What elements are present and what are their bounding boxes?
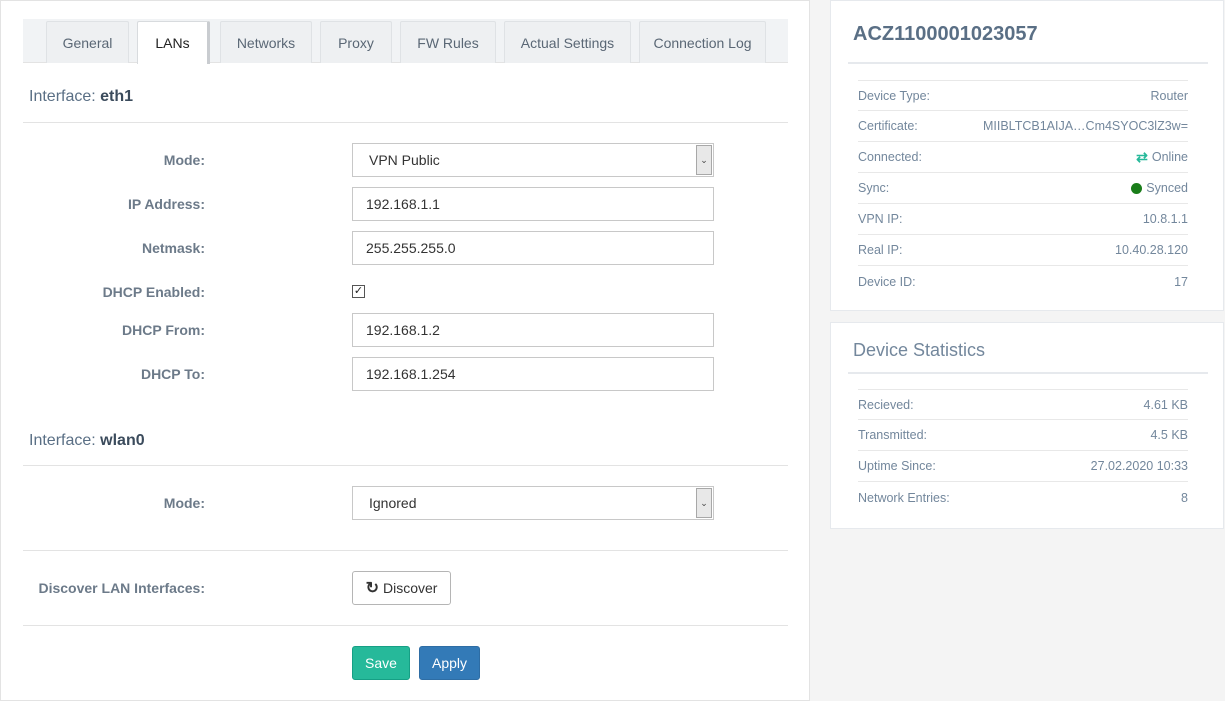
device-row-connected: Connected: ⇄ Online bbox=[858, 142, 1188, 173]
row-key: Recieved: bbox=[858, 397, 914, 412]
row-value: ⇄ Online bbox=[1136, 149, 1188, 166]
interface-name: wlan0 bbox=[100, 432, 145, 449]
row-value: Synced bbox=[1131, 181, 1188, 195]
row-key: Sync: bbox=[858, 181, 890, 195]
dhcp-to-label: DHCP To: bbox=[140, 366, 205, 382]
divider bbox=[848, 62, 1208, 64]
row-key: Connected: bbox=[858, 150, 922, 164]
row-value: 4.5 KB bbox=[1150, 428, 1188, 442]
connection-status: Online bbox=[1151, 150, 1188, 164]
row-key: Device ID: bbox=[858, 274, 916, 289]
interface-name: eth1 bbox=[100, 88, 134, 105]
eth1-mode-select[interactable]: VPN Public ⌄ bbox=[352, 143, 714, 177]
apply-button[interactable]: Apply bbox=[419, 646, 480, 680]
stats-row-uptime: Uptime Since: 27.02.2020 10:33 bbox=[858, 451, 1188, 482]
row-key: VPN IP: bbox=[858, 212, 903, 226]
discover-label: Discover LAN Interfaces: bbox=[38, 580, 205, 596]
interface-prefix: Interface: bbox=[29, 88, 101, 105]
lan-settings-panel: General LANs Networks Proxy FW Rules Act… bbox=[0, 0, 810, 701]
refresh-icon: ↻ bbox=[365, 580, 379, 597]
device-row-real-ip: Real IP: 10.40.28.120 bbox=[858, 235, 1188, 266]
divider bbox=[848, 372, 1208, 374]
device-row-certificate: Certificate: MIIBLTCB1AIJA…Cm4SYOC3lZ3w= bbox=[858, 111, 1188, 142]
discover-button[interactable]: ↻ Discover bbox=[352, 571, 451, 605]
row-value: Router bbox=[1150, 88, 1188, 103]
chevron-down-icon: ⌄ bbox=[696, 145, 712, 175]
mode-label: Mode: bbox=[163, 495, 205, 511]
row-value: 17 bbox=[1174, 274, 1188, 289]
tab-actual-settings[interactable]: Actual Settings bbox=[504, 21, 631, 63]
row-value: 4.61 KB bbox=[1143, 397, 1188, 412]
row-value: 8 bbox=[1181, 490, 1188, 505]
tab-fw-rules[interactable]: FW Rules bbox=[400, 21, 496, 63]
ip-address-label: IP Address: bbox=[127, 196, 205, 212]
netmask-label: Netmask: bbox=[141, 240, 205, 256]
stats-row-network-entries: Network Entries: 8 bbox=[858, 482, 1188, 513]
statistics-title: Device Statistics bbox=[853, 340, 986, 360]
dhcp-from-input[interactable]: 192.168.1.2 bbox=[352, 313, 714, 347]
row-key: Network Entries: bbox=[858, 490, 950, 505]
chevron-down-icon: ⌄ bbox=[696, 488, 712, 518]
tab-connection-log[interactable]: Connection Log bbox=[639, 21, 766, 63]
device-serial-title: ACZ1100001023057 bbox=[853, 23, 1038, 45]
interface-title-wlan0: Interface: wlan0 bbox=[29, 432, 145, 450]
divider bbox=[23, 550, 788, 551]
device-info-panel: ACZ1100001023057 Device Type: Router Cer… bbox=[830, 0, 1224, 311]
discover-button-label: Discover bbox=[382, 580, 438, 596]
stats-row-received: Recieved: 4.61 KB bbox=[858, 389, 1188, 420]
dhcp-enabled-checkbox[interactable]: ✓ bbox=[352, 285, 365, 298]
select-value: VPN Public bbox=[369, 152, 440, 168]
device-row-vpn-ip: VPN IP: 10.8.1.1 bbox=[858, 204, 1188, 235]
dhcp-from-label: DHCP From: bbox=[122, 322, 205, 338]
row-key: Device Type: bbox=[858, 88, 931, 103]
divider bbox=[23, 625, 788, 626]
interface-title-eth1: Interface: eth1 bbox=[29, 88, 133, 106]
interface-prefix: Interface: bbox=[29, 432, 101, 449]
device-row-id: Device ID: 17 bbox=[858, 266, 1188, 297]
stats-row-transmitted: Transmitted: 4.5 KB bbox=[858, 420, 1188, 451]
device-row-sync: Sync: Synced bbox=[858, 173, 1188, 204]
row-key: Uptime Since: bbox=[858, 459, 936, 473]
tab-lans[interactable]: LANs bbox=[137, 21, 210, 64]
dhcp-to-input[interactable]: 192.168.1.254 bbox=[352, 357, 714, 391]
row-key: Transmitted: bbox=[858, 428, 928, 442]
divider bbox=[23, 465, 788, 466]
device-statistics-panel: Device Statistics Recieved: 4.61 KB Tran… bbox=[830, 322, 1224, 529]
status-dot-icon bbox=[1131, 182, 1143, 194]
device-row-type: Device Type: Router bbox=[858, 80, 1188, 111]
ip-address-input[interactable]: 192.168.1.1 bbox=[352, 187, 714, 221]
row-value: 27.02.2020 10:33 bbox=[1090, 459, 1188, 473]
divider bbox=[23, 122, 788, 123]
wlan0-mode-select[interactable]: Ignored ⌄ bbox=[352, 486, 714, 520]
dhcp-enabled-label: DHCP Enabled: bbox=[102, 284, 205, 300]
select-value: Ignored bbox=[369, 495, 417, 511]
row-value: 10.8.1.1 bbox=[1142, 212, 1188, 226]
tab-proxy[interactable]: Proxy bbox=[320, 21, 392, 63]
row-key: Certificate: bbox=[858, 119, 918, 133]
tab-networks[interactable]: Networks bbox=[220, 21, 312, 63]
exchange-arrows-icon: ⇄ bbox=[1136, 148, 1148, 165]
row-key: Real IP: bbox=[858, 243, 903, 257]
netmask-input[interactable]: 255.255.255.0 bbox=[352, 231, 714, 265]
sync-status: Synced bbox=[1146, 181, 1188, 195]
tab-general[interactable]: General bbox=[46, 21, 129, 63]
save-button[interactable]: Save bbox=[352, 646, 410, 680]
row-value: MIIBLTCB1AIJA…Cm4SYOC3lZ3w= bbox=[982, 119, 1188, 133]
row-value: 10.40.28.120 bbox=[1115, 243, 1188, 257]
mode-label: Mode: bbox=[163, 152, 205, 168]
tab-bar: General LANs Networks Proxy FW Rules Act… bbox=[23, 19, 788, 64]
